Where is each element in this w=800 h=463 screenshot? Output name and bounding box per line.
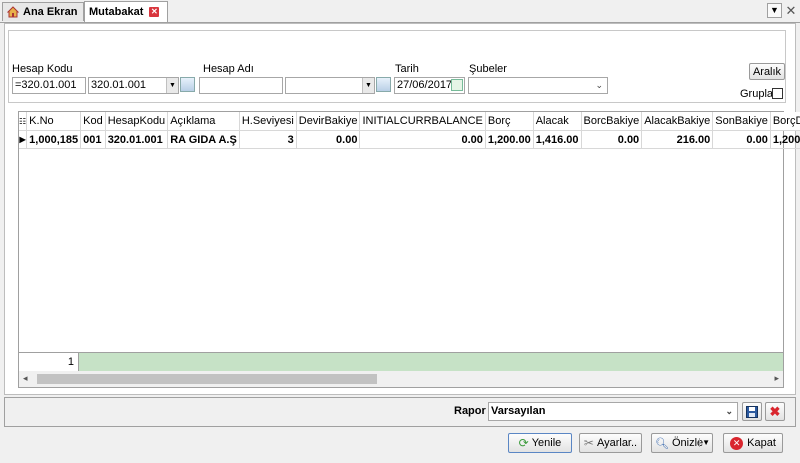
data-grid: ☷ K.No Kod HesapKodu Açıklama H.Seviyesi… — [18, 111, 800, 388]
table-cell[interactable]: 1,416.00 — [533, 130, 582, 149]
column-header[interactable]: Borç — [485, 112, 534, 131]
column-header[interactable]: Kod — [80, 112, 106, 131]
rapor-value: Varsayılan — [491, 405, 546, 417]
column-header[interactable]: DevirBakiye — [296, 112, 361, 131]
close-icon[interactable]: ✕ — [149, 7, 160, 17]
column-header[interactable]: BorcBakiye — [581, 112, 643, 131]
hesap-adi-input[interactable] — [199, 77, 283, 94]
hesap-adi-select[interactable]: ▼ — [285, 77, 375, 94]
save-icon — [746, 405, 758, 418]
column-header[interactable]: HesapKodu — [105, 112, 169, 131]
table-cell[interactable]: 1,200.00 — [485, 130, 534, 149]
table-cell[interactable]: 1,200.00 — [770, 130, 800, 149]
grid-header-row: ☷ K.No Kod HesapKodu Açıklama H.Seviyesi… — [19, 112, 800, 131]
rapor-label: Rapor — [454, 405, 486, 417]
chevron-down-icon[interactable]: ⌄ — [725, 403, 733, 420]
home-icon — [6, 6, 20, 18]
tab-ana-ekran[interactable]: Ana Ekran — [2, 2, 84, 21]
hesap-adi-label: Hesap Adı — [203, 63, 254, 75]
tools-icon: ✂ — [583, 436, 594, 450]
table-cell[interactable]: 216.00 — [641, 130, 714, 149]
column-header[interactable]: Alacak — [533, 112, 582, 131]
table-cell[interactable]: 0.00 — [296, 130, 361, 149]
close-button[interactable]: ✕ Kapat — [723, 433, 783, 453]
column-chooser-icon[interactable]: ☷ — [19, 112, 28, 131]
column-header[interactable]: K.No — [26, 112, 82, 131]
account-lookup-button[interactable] — [180, 76, 197, 94]
preview-button[interactable]: 🔍︎ Önizle ▼ — [651, 433, 713, 453]
column-header[interactable]: INITIALCURRBALANCE — [359, 112, 486, 131]
tarih-date-picker[interactable]: 27/06/2017 — [394, 77, 465, 94]
subeler-select[interactable]: ⌄ — [468, 77, 608, 94]
scroll-left-icon[interactable]: ◂ — [23, 373, 28, 384]
table-cell[interactable]: RA GIDA A.Ş — [167, 130, 240, 149]
column-header[interactable]: H.Seviyesi — [239, 112, 297, 131]
grupla-checkbox[interactable] — [772, 88, 783, 99]
hesap-kodu-to-select[interactable]: 320.01.001 ▼ — [88, 77, 179, 94]
row-count: 1 — [19, 353, 79, 372]
tab-label: Mutabakat — [89, 6, 144, 18]
row-indicator-icon: ▶ — [19, 130, 28, 149]
column-header[interactable]: AlacakBakiye — [641, 112, 714, 131]
lookup-icon — [376, 77, 391, 92]
table-cell[interactable]: 0.00 — [581, 130, 643, 149]
table-row[interactable]: ▶ 1,000,185 001 320.01.001 RA GIDA A.Ş 3… — [19, 130, 800, 149]
column-header[interactable]: SonBakiye — [712, 112, 771, 131]
chevron-down-icon[interactable]: ▼ — [362, 78, 374, 93]
delete-report-button[interactable]: ✖ — [765, 402, 785, 421]
table-cell[interactable]: 3 — [239, 130, 297, 149]
column-header[interactable]: Açıklama — [167, 112, 240, 131]
close-icon[interactable]: ✕ — [785, 3, 797, 18]
close-label: Kapat — [747, 437, 776, 449]
lookup-icon — [180, 77, 195, 92]
scroll-right-icon[interactable]: ▸ — [774, 373, 779, 384]
tab-label: Ana Ekran — [23, 6, 78, 18]
aralik-button[interactable]: Aralık — [749, 63, 785, 80]
subeler-label: Şubeler — [469, 63, 507, 75]
table-cell[interactable]: 0.00 — [712, 130, 771, 149]
table-cell[interactable]: 1,000,185 — [26, 130, 82, 149]
refresh-icon: ⟳ — [518, 436, 529, 450]
table-cell[interactable]: 320.01.001 — [105, 130, 169, 149]
grid-footer: 1 — [19, 352, 783, 372]
chevron-down-icon[interactable]: ⌄ — [595, 78, 603, 93]
table-cell[interactable]: 001 — [80, 130, 106, 149]
column-header[interactable]: BorçDvz — [770, 112, 800, 131]
tarih-value: 27/06/2017 — [397, 79, 453, 91]
grid-table: ☷ K.No Kod HesapKodu Açıklama H.Seviyesi… — [19, 112, 800, 149]
refresh-label: Yenile — [531, 437, 562, 449]
chevron-down-icon[interactable]: ▼ — [166, 78, 178, 93]
hesap-kodu-label: Hesap Kodu — [12, 63, 73, 75]
scrollbar-thumb[interactable] — [37, 374, 377, 384]
hesap-kodu-to-value: 320.01.001 — [91, 79, 147, 91]
calendar-icon[interactable] — [451, 79, 463, 91]
magnifier-icon: 🔍︎ — [655, 437, 669, 450]
settings-label: Ayarlar.. — [596, 437, 638, 449]
horizontal-scrollbar[interactable]: ◂ ▸ — [19, 371, 783, 387]
save-report-button[interactable] — [742, 402, 762, 421]
rapor-select[interactable]: Varsayılan ⌄ — [488, 402, 738, 421]
tab-mutabakat[interactable]: Mutabakat ✕ — [84, 1, 168, 22]
tarih-label: Tarih — [395, 63, 419, 75]
close-circle-icon: ✕ — [730, 436, 744, 450]
aralik-label: Aralık — [752, 65, 782, 78]
refresh-button[interactable]: ⟳ Yenile — [508, 433, 572, 453]
hesap-kodu-from-input[interactable]: =320.01.001 — [12, 77, 86, 94]
account-name-lookup-button[interactable] — [376, 76, 393, 94]
delete-icon: ✖ — [769, 403, 781, 419]
table-cell[interactable]: 0.00 — [359, 130, 486, 149]
tab-list-dropdown[interactable]: ▼ — [767, 3, 782, 18]
chevron-down-icon[interactable]: ▼ — [699, 438, 710, 447]
settings-button[interactable]: ✂ Ayarlar.. — [579, 433, 642, 453]
grupla-label: Grupla — [740, 88, 774, 100]
